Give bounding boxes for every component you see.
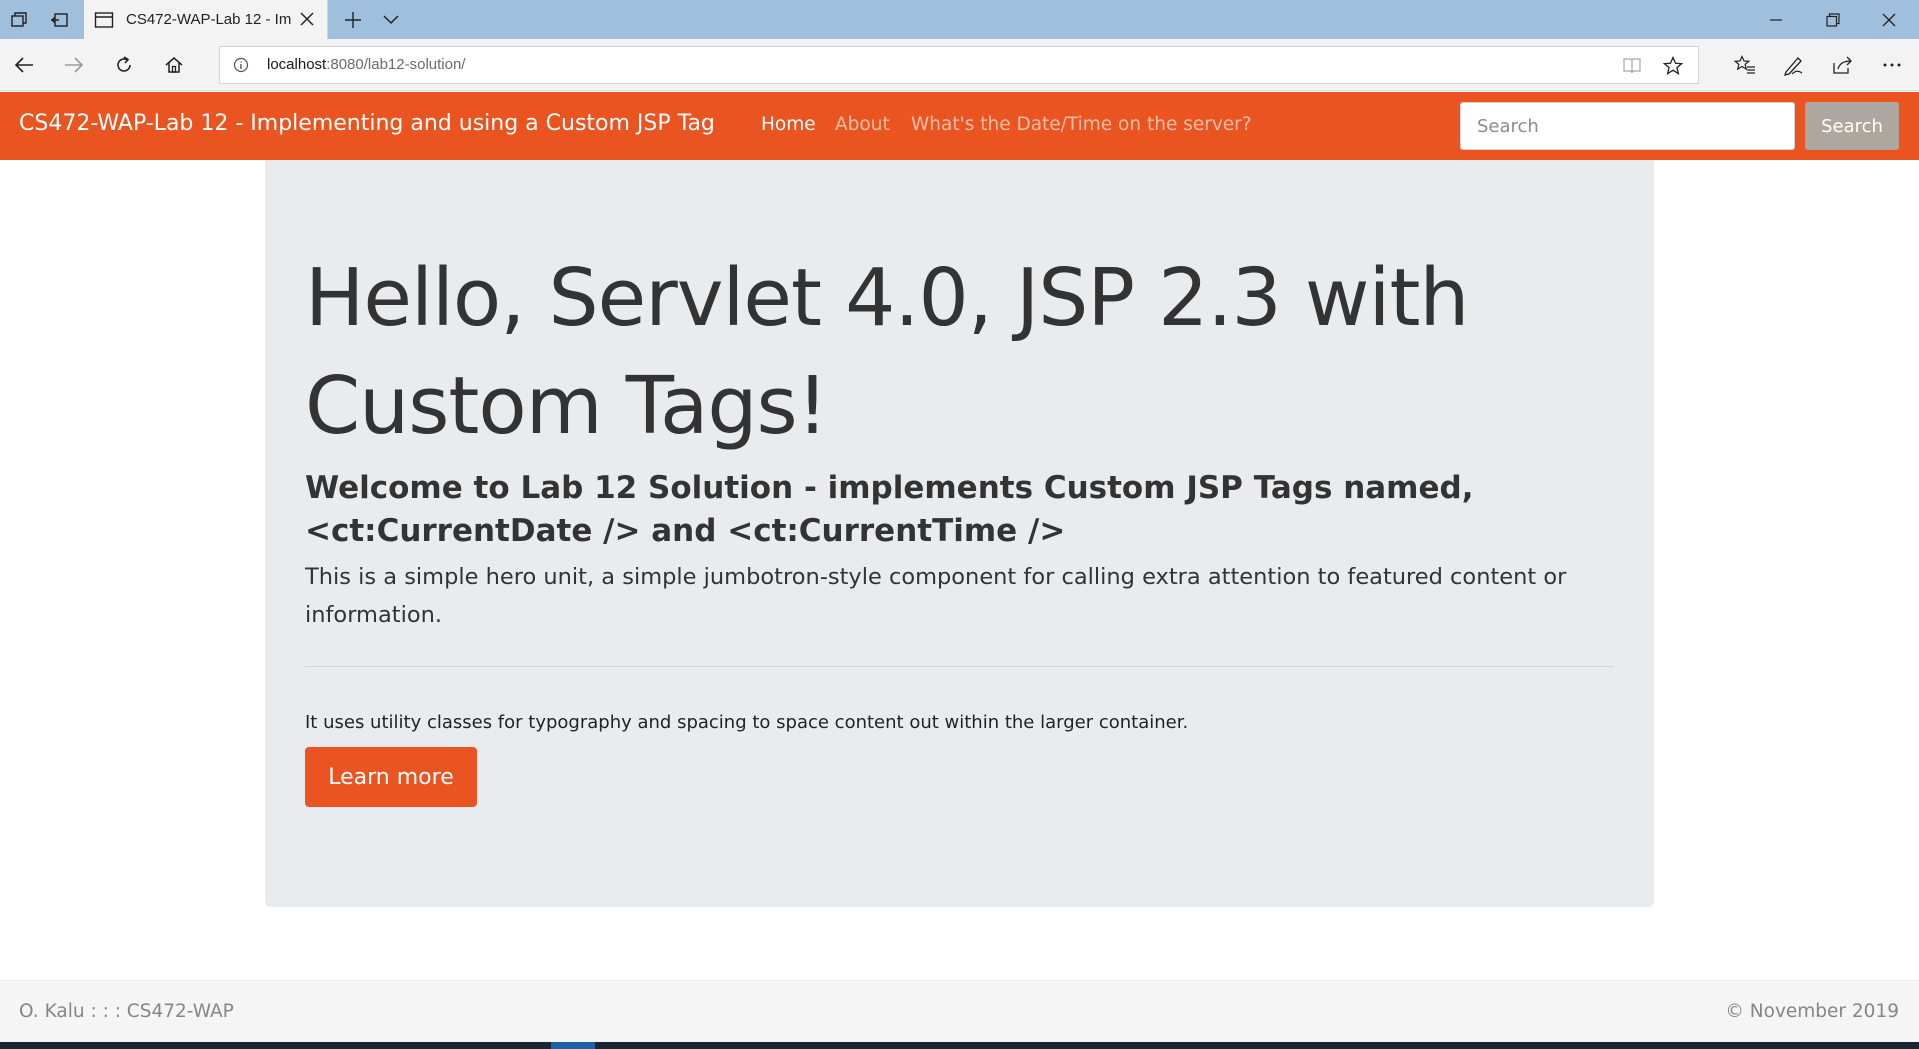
url-text[interactable]: localhost:8080/lab12-solution/ <box>267 56 465 73</box>
nav-link-server-datetime[interactable]: What's the Date/Time on the server? <box>911 114 1252 135</box>
favorite-star-icon[interactable] <box>1661 54 1685 78</box>
more-options-icon[interactable] <box>1876 49 1908 81</box>
nav-link-about[interactable]: About <box>835 114 890 135</box>
browser-tab-active[interactable]: CS472-WAP-Lab 12 - Im <box>84 0 328 39</box>
footer-copyright: © November 2019 <box>1725 1001 1899 1022</box>
navbar-brand[interactable]: CS472-WAP-Lab 12 - Implementing and usin… <box>19 111 715 136</box>
search-input[interactable] <box>1460 102 1795 150</box>
minimize-icon[interactable] <box>1749 0 1803 39</box>
new-tab-icon[interactable] <box>338 5 368 35</box>
favorites-list-icon[interactable] <box>1729 49 1761 81</box>
tab-title: CS472-WAP-Lab 12 - Im <box>126 11 292 28</box>
forward-arrow-icon[interactable] <box>58 49 90 81</box>
hero-title: Hello, Servlet 4.0, JSP 2.3 with Custom … <box>305 252 1470 452</box>
chevron-down-icon[interactable] <box>376 5 406 35</box>
app-navbar: CS472-WAP-Lab 12 - Implementing and usin… <box>0 92 1919 160</box>
pen-notes-icon[interactable] <box>1777 49 1809 81</box>
search-button[interactable]: Search <box>1805 102 1899 150</box>
os-taskbar-edge <box>0 1042 1919 1049</box>
learn-more-button[interactable]: Learn more <box>305 747 477 807</box>
share-icon[interactable] <box>1827 49 1859 81</box>
home-icon[interactable] <box>158 49 190 81</box>
browser-tab-bar: CS472-WAP-Lab 12 - Im <box>0 0 1919 39</box>
page-footer: O. Kalu : : : CS472-WAP © November 2019 <box>0 980 1919 1042</box>
hero-lead-text: This is a simple hero unit, a simple jum… <box>305 564 1567 628</box>
back-arrow-icon[interactable] <box>8 49 40 81</box>
hero-body-text: It uses utility classes for typography a… <box>305 712 1189 733</box>
taskbar-active-indicator <box>551 1042 595 1049</box>
page-icon <box>94 11 116 29</box>
tab-preview-icon[interactable] <box>4 5 34 35</box>
address-bar[interactable]: localhost:8080/lab12-solution/ <box>219 46 1699 84</box>
url-host: localhost <box>267 56 327 73</box>
url-path: :8080/lab12-solution/ <box>326 56 466 73</box>
footer-author: O. Kalu : : : CS472-WAP <box>19 1001 234 1022</box>
jumbotron: Hello, Servlet 4.0, JSP 2.3 with Custom … <box>265 160 1654 907</box>
set-tabs-aside-icon[interactable] <box>44 5 74 35</box>
hero-subheading: Welcome to Lab 12 Solution - implements … <box>305 470 1474 549</box>
restore-icon[interactable] <box>1806 0 1860 39</box>
refresh-icon[interactable] <box>108 49 140 81</box>
close-window-icon[interactable] <box>1862 0 1916 39</box>
reading-view-icon[interactable] <box>1620 54 1644 78</box>
nav-link-home[interactable]: Home <box>761 114 816 135</box>
divider <box>305 666 1614 667</box>
browser-toolbar: localhost:8080/lab12-solution/ <box>0 39 1919 91</box>
site-info-icon[interactable] <box>232 56 250 74</box>
close-tab-icon[interactable] <box>297 9 317 29</box>
